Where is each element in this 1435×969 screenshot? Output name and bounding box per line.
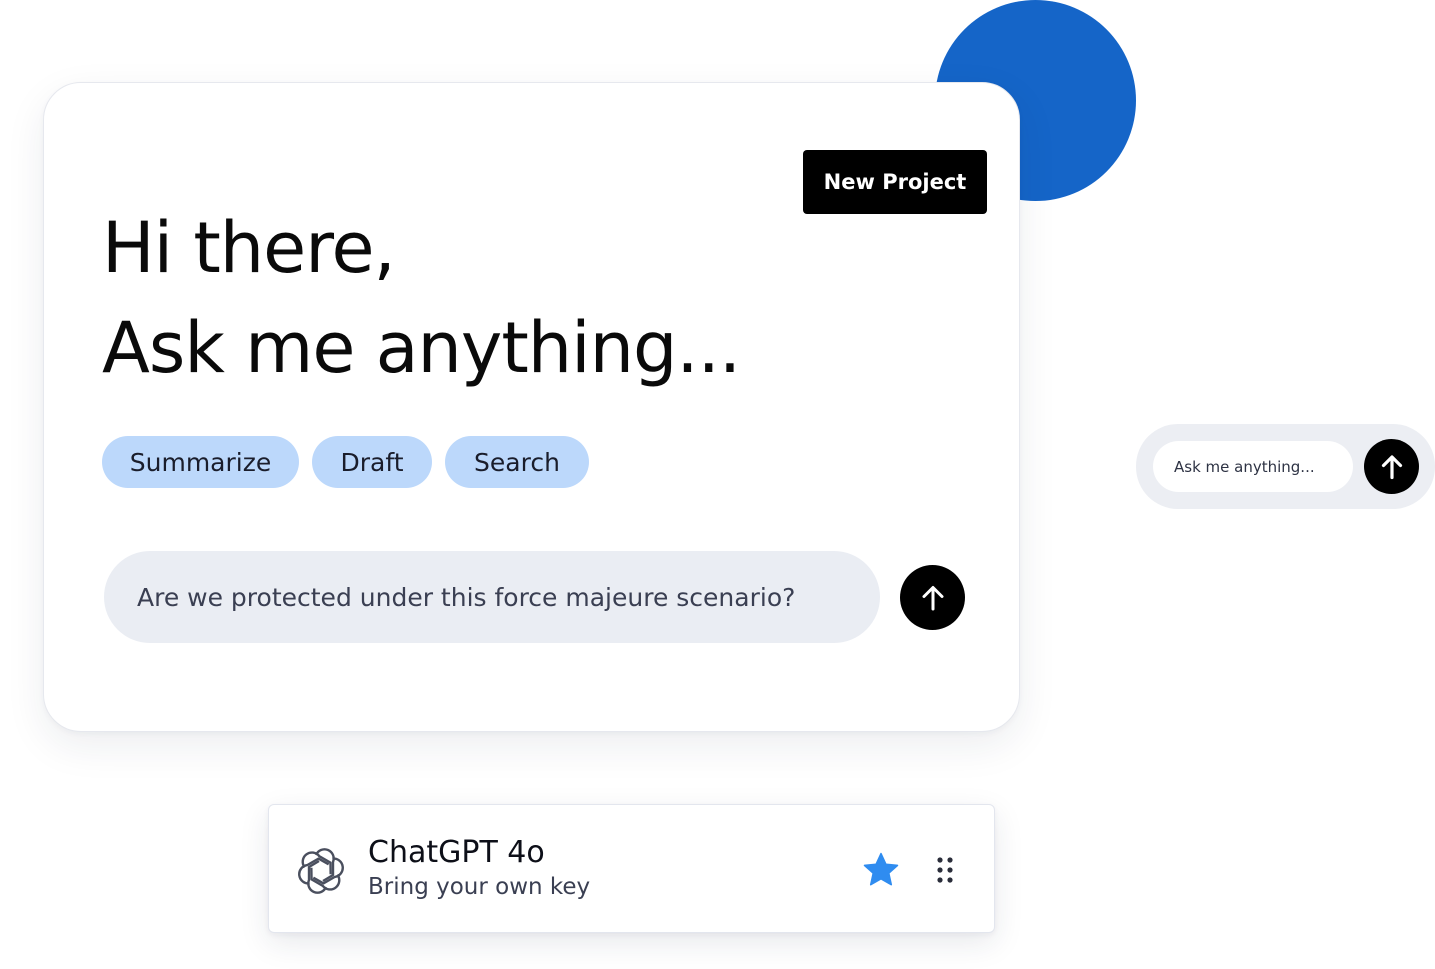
chip-search[interactable]: Search [445, 436, 589, 488]
chip-summarize[interactable]: Summarize [102, 436, 299, 488]
model-subtitle: Bring your own key [368, 874, 591, 900]
new-project-button[interactable]: New Project [803, 150, 987, 214]
mini-prompt-input[interactable]: Ask me anything... [1153, 441, 1353, 492]
greeting-heading: Hi there, Ask me anything... [102, 198, 741, 398]
mini-prompt-bar: Ask me anything... [1136, 424, 1435, 509]
prompt-input-text: Are we protected under this force majeur… [137, 582, 796, 612]
drag-handle-icon[interactable] [935, 855, 955, 885]
model-card[interactable]: ChatGPT 4o Bring your own key [268, 804, 995, 933]
chat-card: New Project Hi there, Ask me anything...… [43, 82, 1020, 732]
mini-send-button[interactable] [1364, 439, 1419, 494]
mini-prompt-placeholder: Ask me anything... [1174, 457, 1315, 476]
greeting-line-1: Hi there, [102, 207, 396, 289]
send-button[interactable] [900, 565, 965, 630]
arrow-up-icon [1381, 454, 1402, 479]
model-name: ChatGPT 4o [368, 835, 545, 870]
star-icon[interactable] [862, 851, 900, 889]
suggestion-chips: Summarize Draft Search [102, 436, 589, 488]
openai-logo-icon [298, 848, 344, 894]
chip-draft[interactable]: Draft [312, 436, 432, 488]
prompt-input[interactable]: Are we protected under this force majeur… [104, 551, 880, 643]
greeting-line-2: Ask me anything... [102, 307, 741, 389]
arrow-up-icon [922, 585, 943, 610]
